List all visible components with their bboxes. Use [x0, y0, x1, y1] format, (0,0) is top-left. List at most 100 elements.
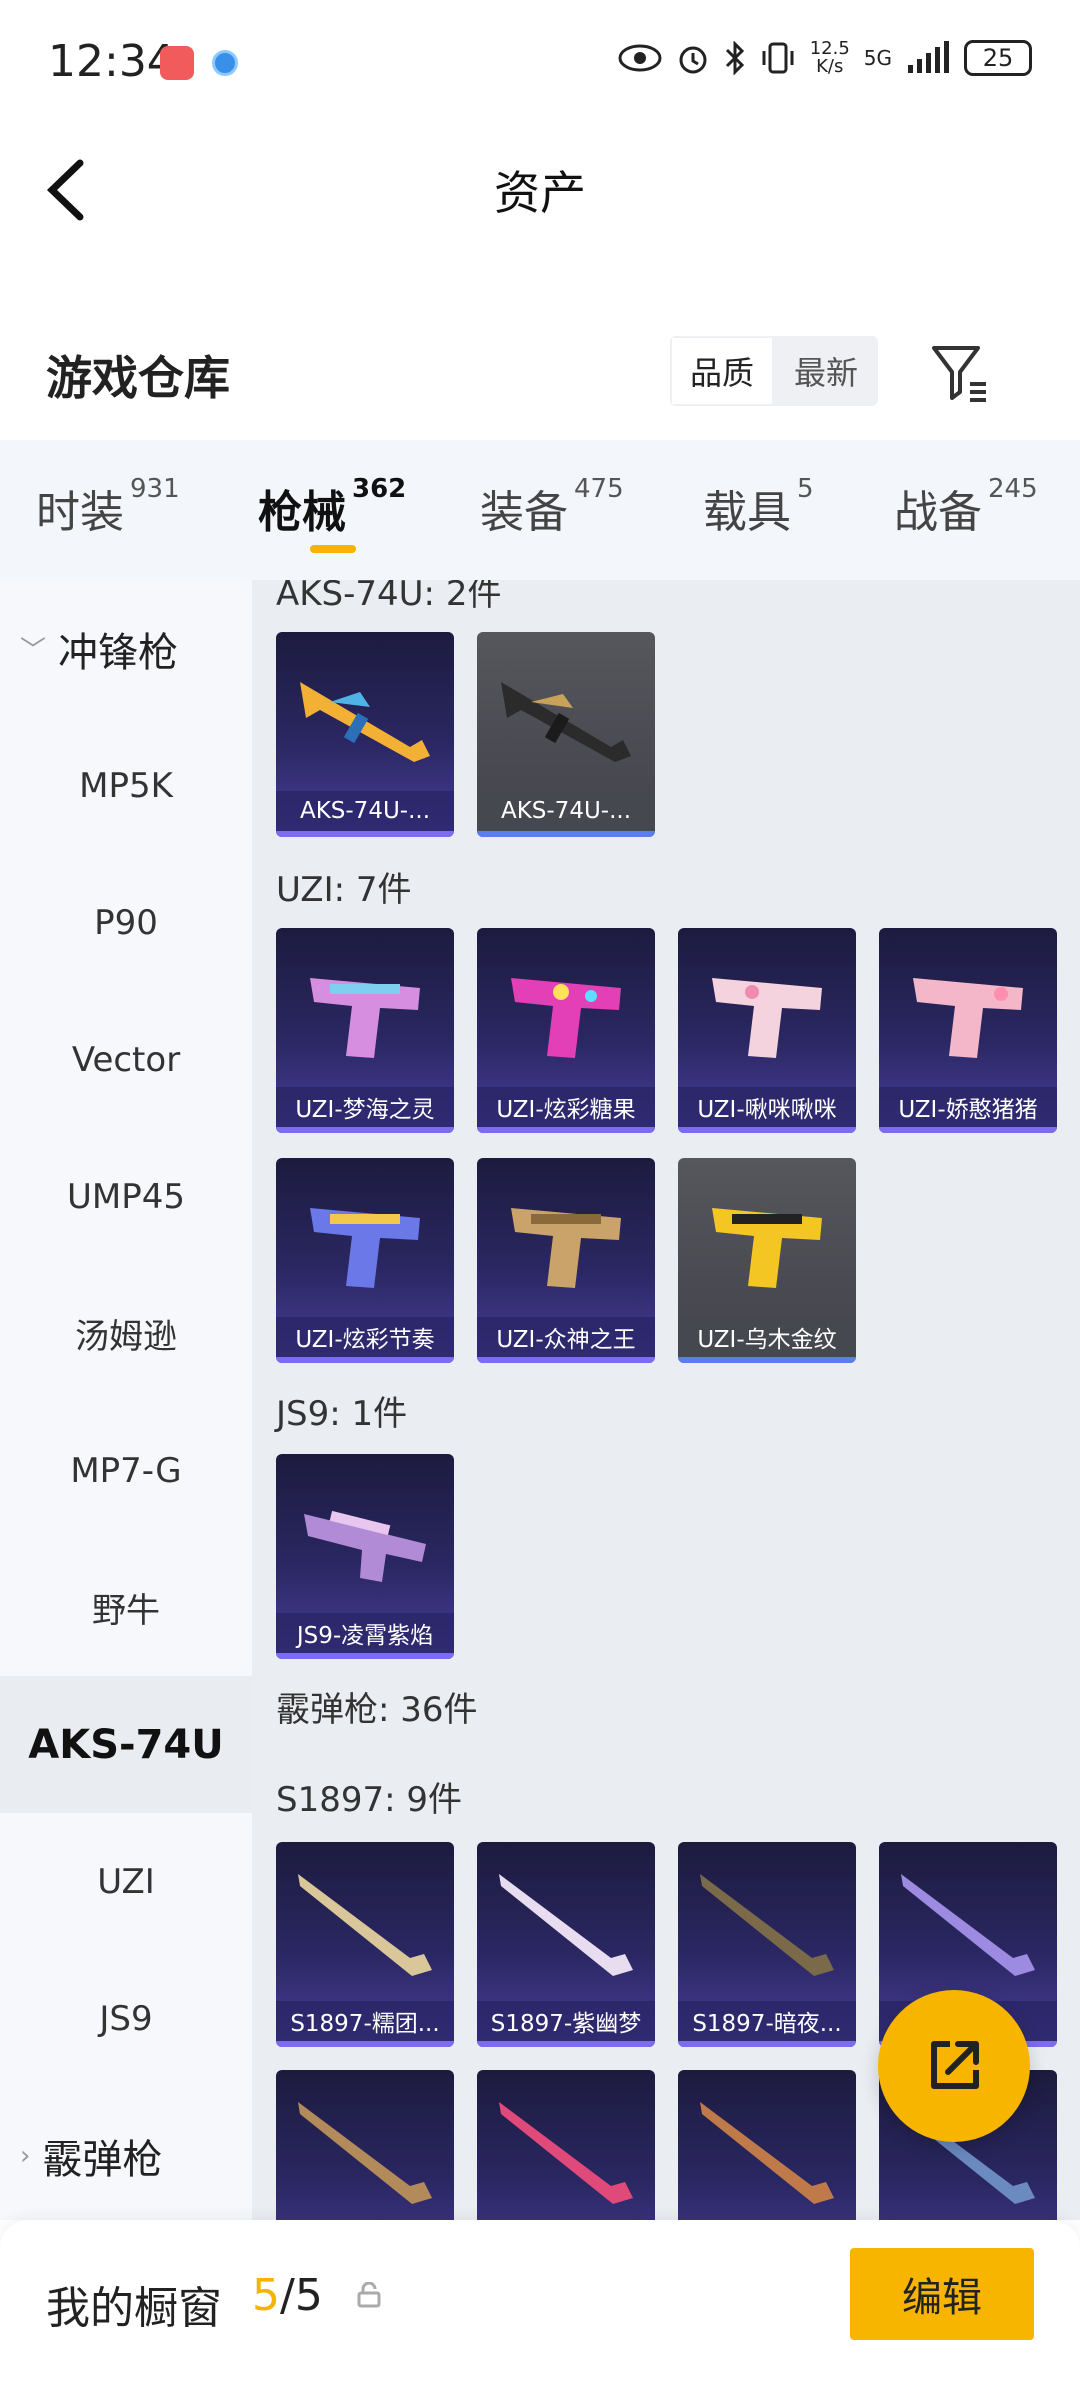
rarity-bar	[477, 2041, 655, 2047]
sidebar-item-p90[interactable]: P90	[0, 854, 252, 991]
smg-icon	[304, 1510, 426, 1582]
skin-card-label: UZI-啾咪啾咪	[678, 1087, 856, 1127]
alarm-icon	[679, 46, 707, 74]
skin-card[interactable]: S1897-紫幽梦	[477, 1842, 655, 2047]
pistol-icon	[310, 1208, 420, 1288]
skin-card[interactable]: AKS-74U-...	[477, 632, 655, 837]
skin-card[interactable]	[678, 2070, 856, 2220]
sidebar-item-js9[interactable]: JS9	[0, 1950, 252, 2087]
sidebar-item-vector[interactable]: Vector	[0, 991, 252, 1128]
tab-count: 475	[574, 474, 624, 504]
skin-card[interactable]	[477, 2070, 655, 2220]
pistol-icon	[310, 978, 420, 1058]
skin-card-label: UZI-梦海之灵	[276, 1087, 454, 1127]
category-tabs: 时装 931 枪械 362 装备 475 载具 5 战备 245	[0, 440, 1080, 580]
tab-count: 5	[797, 474, 814, 504]
shotgun-icon	[700, 1874, 834, 1976]
skin-card-label: UZI-炫彩节奏	[276, 1317, 454, 1357]
sort-latest-button[interactable]: 最新	[774, 336, 878, 406]
bluetooth-icon	[725, 41, 744, 75]
rarity-bar	[276, 2041, 454, 2047]
skin-card[interactable]: S1897-暗夜...	[678, 1842, 856, 2047]
warehouse-title: 游戏仓库	[46, 351, 230, 405]
sidebar-item-bison[interactable]: 野牛	[0, 1539, 252, 1676]
network-type: 5G	[863, 46, 892, 70]
shotgun-icon	[499, 1874, 633, 1976]
skin-card[interactable]: JS9-凌霄紫焰	[276, 1454, 454, 1659]
skin-card-label: UZI-众神之王	[477, 1317, 655, 1357]
skin-card-label: UZI-娇憨猪猪	[879, 1087, 1057, 1127]
tab-count: 931	[130, 474, 180, 504]
tab-fashion[interactable]: 时装 931	[36, 474, 180, 540]
section-label-shotgun: 霰弹枪: 36件	[276, 1690, 478, 1730]
sidebar-item-mp7g[interactable]: MP7-G	[0, 1402, 252, 1539]
tab-supplies[interactable]: 战备 245	[894, 474, 1038, 540]
sidebar-item-aks74u[interactable]: AKS-74U	[0, 1676, 252, 1813]
page-title: 资产	[494, 166, 586, 220]
showcase-count: 5/5	[252, 2270, 323, 2321]
filter-icon[interactable]	[928, 340, 992, 404]
skin-card[interactable]	[276, 2070, 454, 2220]
sidebar-item-uzi[interactable]: UZI	[0, 1813, 252, 1950]
pistol-icon	[511, 978, 621, 1058]
sidebar-item-mp5k[interactable]: MP5K	[0, 717, 252, 854]
skin-card[interactable]: UZI-众神之王	[477, 1158, 655, 1363]
skin-card-label: JS9-凌霄紫焰	[276, 1613, 454, 1653]
shotgun-icon	[901, 1874, 1035, 1976]
net-speed: 12.5 K/s	[809, 38, 850, 77]
skin-card[interactable]: AKS-74U-...	[276, 632, 454, 837]
skin-card-label: AKS-74U-...	[477, 791, 655, 831]
chevron-right-icon: ›	[20, 2140, 31, 2171]
section-label-s1897: S1897: 9件	[276, 1780, 463, 1820]
sidebar-group-smg[interactable]: ﹀ 冲锋枪	[0, 580, 252, 717]
section-label-js9: JS9: 1件	[276, 1394, 408, 1434]
pistol-icon	[913, 978, 1023, 1058]
sort-quality-button[interactable]: 品质	[670, 336, 774, 406]
rarity-bar	[276, 1357, 454, 1363]
shotgun-icon	[298, 2102, 432, 2204]
notification-browser-icon	[212, 50, 238, 76]
eye-icon	[618, 44, 662, 72]
rarity-bar	[678, 1357, 856, 1363]
share-icon	[931, 2041, 979, 2089]
skin-card[interactable]: UZI-梦海之灵	[276, 928, 454, 1133]
rarity-bar	[276, 1127, 454, 1133]
rarity-bar	[276, 831, 454, 837]
weapon-type-sidebar: ﹀ 冲锋枪 MP5K P90 Vector UMP45 汤姆逊 MP7-G 野牛…	[0, 580, 252, 2220]
skin-card[interactable]: S1897-糯团...	[276, 1842, 454, 2047]
notification-app-icon	[160, 46, 194, 80]
section-label-uzi: UZI: 7件	[276, 870, 412, 910]
skin-card-label: S1897-紫幽梦	[477, 2001, 655, 2041]
vibrate-icon	[762, 42, 794, 74]
pistol-icon	[712, 978, 822, 1058]
edit-button[interactable]: 编辑	[850, 2248, 1034, 2340]
rarity-bar	[276, 1653, 454, 1659]
showcase-label: 我的橱窗	[46, 2283, 222, 2334]
share-button[interactable]	[878, 1990, 1030, 2142]
header: 资产	[0, 125, 1080, 255]
sidebar-group-shotgun[interactable]: › 霰弹枪	[0, 2087, 252, 2220]
shotgun-icon	[499, 2102, 633, 2204]
skin-card[interactable]: UZI-娇憨猪猪	[879, 928, 1057, 1133]
tab-vehicles[interactable]: 载具 5	[703, 474, 814, 540]
sidebar-item-ump45[interactable]: UMP45	[0, 1128, 252, 1265]
skin-card-label: UZI-炫彩糖果	[477, 1087, 655, 1127]
rarity-bar	[477, 831, 655, 837]
tab-count: 362	[352, 474, 407, 504]
tab-equipment[interactable]: 装备 475	[480, 474, 624, 540]
rarity-bar	[477, 1357, 655, 1363]
skin-card[interactable]: UZI-啾咪啾咪	[678, 928, 856, 1133]
skin-card[interactable]: UZI-炫彩糖果	[477, 928, 655, 1133]
skin-card-label: S1897-暗夜...	[678, 2001, 856, 2041]
pistol-icon	[712, 1208, 822, 1288]
status-time: 12:34	[48, 36, 175, 87]
skin-grid: AKS-74U: 2件 AKS-74U-... AKS-74U-... UZI:…	[252, 580, 1080, 2220]
sidebar-item-thompson[interactable]: 汤姆逊	[0, 1265, 252, 1402]
skin-card[interactable]: UZI-乌木金纹	[678, 1158, 856, 1363]
skin-card[interactable]: UZI-炫彩节奏	[276, 1158, 454, 1363]
rarity-bar	[477, 1127, 655, 1133]
tab-count: 245	[988, 474, 1038, 504]
skin-card-label: UZI-乌木金纹	[678, 1317, 856, 1357]
shotgun-icon	[298, 1874, 432, 1976]
tab-guns[interactable]: 枪械 362	[258, 474, 407, 540]
